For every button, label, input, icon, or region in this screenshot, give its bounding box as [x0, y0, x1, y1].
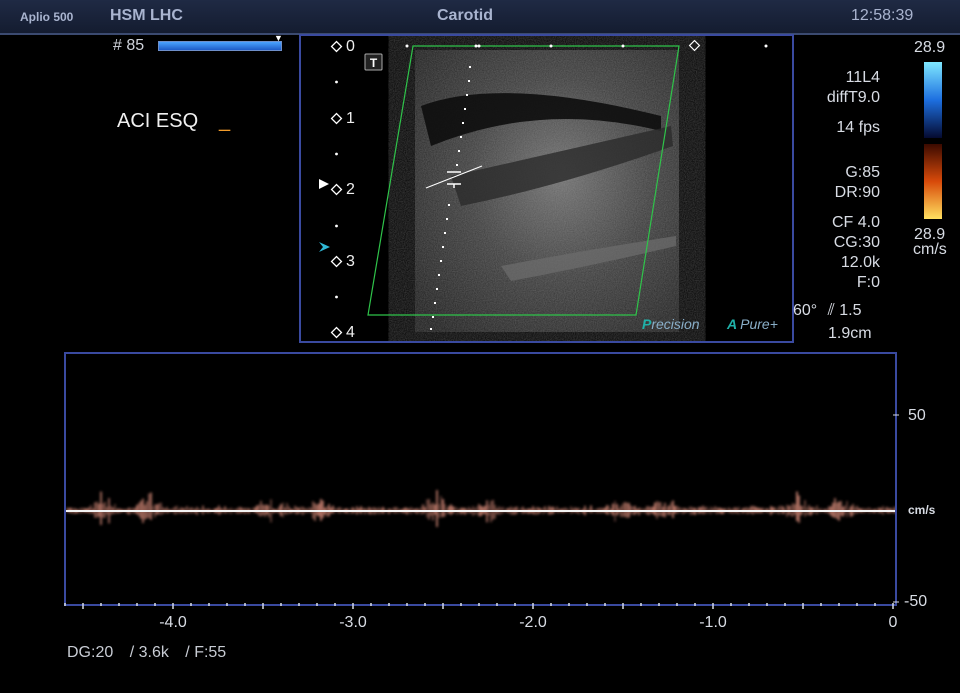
gate-depth: 1.9cm — [828, 325, 872, 342]
color-scale-max: 28.9 — [914, 39, 946, 56]
frame-rate: 14 fps — [836, 119, 880, 136]
angle-row: 60° ⫽ 1.5 — [793, 302, 862, 320]
velocity-ticks — [893, 414, 899, 603]
precision-logo: Precision — [642, 316, 700, 332]
annotation-text[interactable]: ACI ESQ — [117, 110, 198, 133]
system-name: Aplio 500 — [20, 10, 74, 24]
color-scale-unit: cm/s — [913, 241, 947, 258]
ultrasound-image: T — [364, 39, 768, 332]
cine-progress-bar[interactable] — [158, 41, 282, 51]
focus-marker-icon — [688, 39, 701, 52]
sample-volume-icon: ⫽ — [827, 302, 835, 319]
depth-label-0: 0 — [346, 38, 355, 55]
hospital-name: HSM LHC — [110, 7, 183, 24]
time-label-0: 0 — [888, 614, 898, 631]
focus-arrow-icon — [319, 179, 329, 189]
image-panel[interactable]: T — [299, 34, 794, 343]
doppler-filter: / F:55 — [185, 644, 227, 661]
doppler-signal — [66, 490, 896, 527]
dynamic-range: DR:90 — [834, 184, 880, 201]
filter: F:0 — [856, 274, 880, 291]
velocity-label-neg: -50 — [904, 593, 928, 610]
doppler-settings-footer: DG:20 / 3.6k / F:55 — [67, 644, 238, 662]
prf: 12.0k — [840, 254, 880, 271]
doppler-spectrum-panel[interactable] — [64, 352, 897, 606]
doppler-gain: DG:20 — [67, 644, 114, 661]
text-cursor: _ — [219, 110, 231, 132]
depth-label-3: 3 — [346, 253, 355, 270]
time-label-2: -2.0 — [519, 614, 547, 631]
exam-preset: Carotid — [437, 7, 493, 24]
angle-value: 60° — [793, 302, 818, 319]
frame-counter: # 85 — [113, 37, 145, 54]
cine-marker-icon[interactable]: ▼ — [274, 33, 283, 43]
time-label-4: -4.0 — [159, 614, 187, 631]
color-scale-bar — [924, 62, 942, 219]
time-label-1: -1.0 — [699, 614, 727, 631]
doppler-spectrum — [66, 490, 896, 527]
velocity-unit: cm/s — [908, 503, 936, 517]
svg-text:T: T — [370, 56, 378, 70]
depth-label-1: 1 — [346, 110, 355, 127]
color-gain: CG:30 — [833, 234, 880, 251]
gain: G:85 — [845, 164, 880, 181]
mode-label: diffT9.0 — [826, 89, 880, 106]
color-focus-arrow-icon — [319, 242, 330, 252]
top-bar: Aplio 500 HSM LHC Carotid 12:58:39 — [0, 0, 960, 35]
doppler-prf: / 3.6k — [129, 644, 169, 661]
settings-readout: 11L4 diffT9.0 14 fps G:85 DR:90 CF 4.0 C… — [827, 68, 880, 293]
sample-volume-value: 1.5 — [839, 302, 862, 319]
depth-label-2: 2 — [346, 181, 355, 198]
clock: 12:58:39 — [851, 7, 914, 24]
time-label-3: -3.0 — [339, 614, 367, 631]
transducer-label: 11L4 — [845, 69, 880, 86]
color-frequency: CF 4.0 — [831, 214, 880, 231]
velocity-label-pos: 50 — [908, 407, 926, 424]
depth-label-4: 4 — [346, 324, 355, 341]
time-axis — [64, 603, 894, 609]
apure-logo: A Pure+ — [727, 316, 778, 332]
